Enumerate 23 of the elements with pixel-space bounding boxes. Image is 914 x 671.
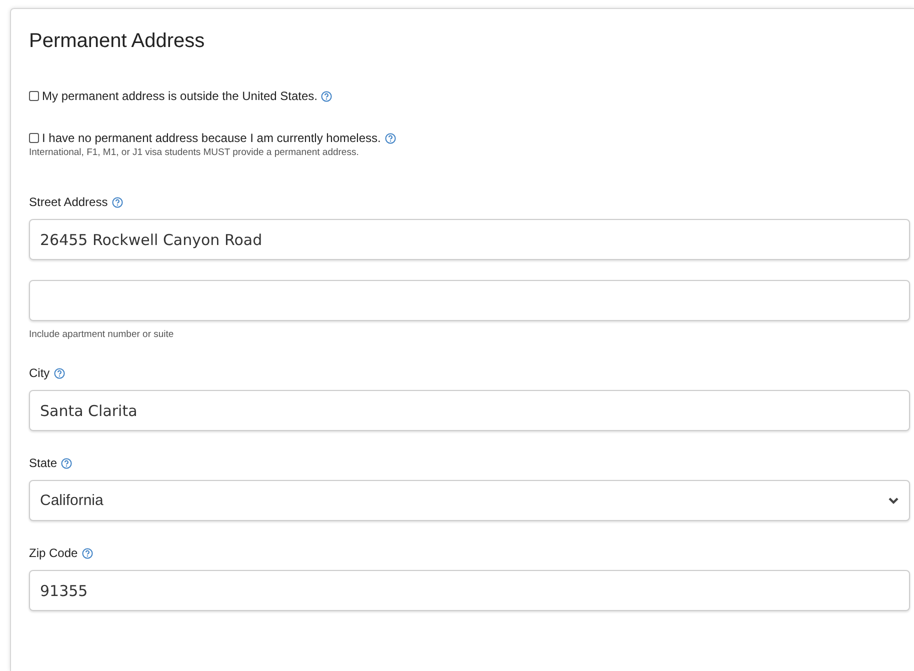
input-field[interactable]: 26455 Rockwell Canyon Road bbox=[29, 219, 910, 260]
input-field[interactable]: 91355 bbox=[29, 570, 910, 612]
help-icon[interactable] bbox=[82, 548, 93, 559]
input-field[interactable]: Santa Clarita bbox=[29, 390, 910, 432]
field-label: City bbox=[29, 365, 50, 382]
field-label: Street Address bbox=[29, 194, 108, 211]
hint-text: Include apartment number or suite bbox=[29, 328, 175, 342]
select-field[interactable]: California bbox=[29, 480, 910, 522]
help-icon[interactable] bbox=[61, 458, 72, 469]
help-icon[interactable] bbox=[54, 368, 65, 379]
help-icon[interactable] bbox=[384, 132, 396, 144]
help-icon[interactable] bbox=[321, 90, 332, 102]
checkbox-label[interactable]: I have no permanent address because I am currently homeless. bbox=[42, 129, 381, 147]
field-label: State bbox=[29, 455, 58, 472]
chevron-down-icon bbox=[888, 496, 899, 505]
help-icon[interactable] bbox=[112, 196, 123, 208]
field-label: Zip Code bbox=[29, 545, 78, 562]
checkbox-label[interactable]: My permanent address is outside the United States. bbox=[42, 87, 318, 105]
input-field[interactable] bbox=[29, 280, 910, 321]
checkbox[interactable] bbox=[29, 133, 39, 143]
note-text: International, F1, M1, or J1 visa students MUST provide a permanent address. bbox=[29, 147, 360, 159]
checkbox[interactable] bbox=[29, 91, 39, 101]
section-heading: Permanent Address bbox=[29, 29, 206, 54]
